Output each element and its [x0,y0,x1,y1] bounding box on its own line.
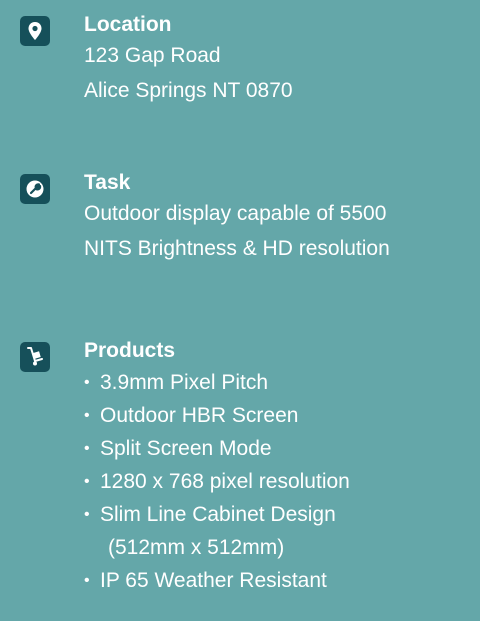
task-description-line-1: Outdoor display capable of 5500 [84,202,387,225]
products-list: 3.9mm Pixel Pitch Outdoor HBR Screen Spl… [84,366,480,597]
list-item-continuation: (512mm x 512mm) [108,536,285,559]
location-address-line-2: Alice Springs NT 0870 [84,79,293,102]
list-item: 1280 x 768 pixel resolution [84,465,480,498]
hand-truck-icon [20,342,50,372]
list-item: Split Screen Mode [84,432,480,465]
location-address-line-1: 123 Gap Road [84,44,221,67]
map-pin-icon [20,16,50,46]
task-section: Task Outdoor display capable of 5500 NIT… [84,170,480,266]
list-item: 3.9mm Pixel Pitch [84,366,480,399]
list-item: IP 65 Weather Resistant [84,564,480,597]
list-item: Outdoor HBR Screen [84,399,480,432]
location-heading: Location [84,13,172,36]
task-description-line-2: NITS Brightness & HD resolution [84,237,390,260]
products-section: Products 3.9mm Pixel Pitch Outdoor HBR S… [84,338,480,597]
wrench-icon [20,174,50,204]
task-heading: Task [84,171,131,194]
list-item: Slim Line Cabinet Design [84,498,480,531]
location-section: Location 123 Gap Road Alice Springs NT 0… [84,12,480,108]
products-heading: Products [84,339,176,362]
